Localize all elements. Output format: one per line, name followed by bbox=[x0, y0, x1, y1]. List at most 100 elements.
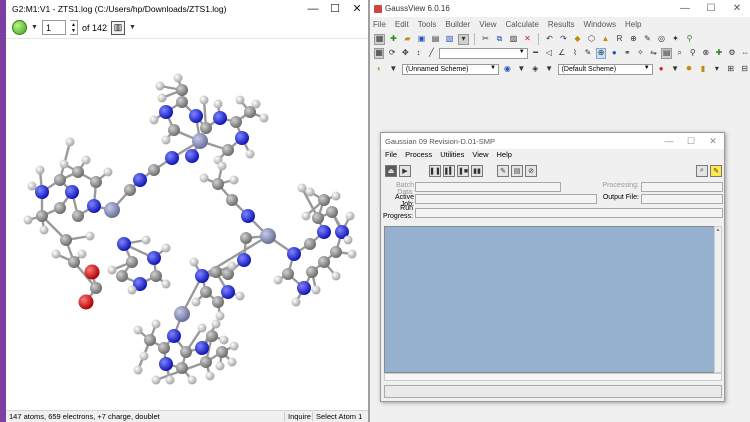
nitrogen-atom[interactable] bbox=[195, 341, 209, 355]
tool-icon[interactable]: ✎ bbox=[583, 48, 593, 59]
render-icon[interactable]: ● bbox=[656, 64, 667, 75]
settings-icon[interactable]: ⚙ bbox=[727, 48, 737, 59]
open-icon[interactable]: ▰ bbox=[402, 34, 413, 45]
view-output-icon[interactable]: ▤ bbox=[511, 165, 523, 177]
nitrogen-atom[interactable] bbox=[35, 185, 49, 199]
palette-icon[interactable]: ◐ bbox=[374, 64, 385, 75]
hydrogen-atom[interactable] bbox=[199, 173, 209, 183]
carbon-atom[interactable] bbox=[216, 346, 228, 358]
hydrogen-atom[interactable] bbox=[343, 235, 353, 245]
notepad-icon[interactable]: ✎ bbox=[710, 165, 722, 177]
carbon-atom[interactable] bbox=[36, 210, 48, 222]
carbon-atom[interactable] bbox=[226, 194, 238, 206]
maximize-button[interactable]: ☐ bbox=[698, 0, 724, 17]
minimize-button[interactable]: — bbox=[302, 0, 324, 17]
hydrogen-atom[interactable] bbox=[39, 225, 49, 235]
carbon-atom[interactable] bbox=[210, 266, 222, 278]
ring-icon[interactable]: ⬡ bbox=[586, 34, 597, 45]
inquire-icon[interactable]: ⚲ bbox=[684, 34, 695, 45]
hydrogen-atom[interactable] bbox=[345, 211, 355, 221]
carbon-atom[interactable] bbox=[230, 116, 242, 128]
nitrogen-atom[interactable] bbox=[297, 281, 311, 295]
hydrogen-atom[interactable] bbox=[51, 249, 61, 259]
nitrogen-atom[interactable] bbox=[185, 149, 199, 163]
carbon-atom[interactable] bbox=[68, 256, 80, 268]
hydrogen-atom[interactable] bbox=[197, 323, 207, 333]
carbon-atom[interactable] bbox=[158, 342, 170, 354]
menu-calculate[interactable]: Calculate bbox=[505, 20, 538, 29]
hydrogen-atom[interactable] bbox=[199, 95, 209, 105]
g09-menu-utilities[interactable]: Utilities bbox=[440, 150, 464, 162]
pause-after-icon[interactable]: ❚▍ bbox=[443, 165, 455, 177]
angle-icon[interactable]: ◁ bbox=[544, 48, 554, 59]
g09-log-area[interactable] bbox=[384, 226, 717, 373]
dihedral-icon[interactable]: ∠ bbox=[557, 48, 567, 59]
carbon-atom[interactable] bbox=[306, 266, 318, 278]
menu-tools[interactable]: Tools bbox=[418, 20, 437, 29]
g09-menu-process[interactable]: Process bbox=[405, 150, 432, 162]
pause-icon[interactable]: ❚❚ bbox=[429, 165, 441, 177]
chevron-down-icon[interactable]: ▼ bbox=[388, 64, 399, 75]
hydrogen-atom[interactable] bbox=[227, 261, 237, 271]
minimize-button[interactable]: — bbox=[658, 133, 680, 149]
play-icon[interactable]: ▶ bbox=[399, 165, 411, 177]
hydrogen-atom[interactable] bbox=[65, 137, 75, 147]
display-icon[interactable]: ◈ bbox=[530, 64, 541, 75]
biological-icon[interactable]: ⊕ bbox=[628, 34, 639, 45]
carbon-atom[interactable] bbox=[200, 122, 212, 134]
hydrogen-atom[interactable] bbox=[157, 93, 167, 103]
carbon-atom[interactable] bbox=[150, 270, 162, 282]
hydrogen-atom[interactable] bbox=[107, 265, 117, 275]
hydrogen-atom[interactable] bbox=[133, 325, 143, 335]
carbon-atom[interactable] bbox=[126, 256, 138, 268]
menu-windows[interactable]: Windows bbox=[584, 20, 616, 29]
clean-icon[interactable]: ✧ bbox=[635, 48, 645, 59]
edit-icon[interactable]: ✎ bbox=[497, 165, 509, 177]
hydrogen-atom[interactable] bbox=[251, 99, 261, 109]
color-icon[interactable]: ◉ bbox=[502, 64, 513, 75]
chevron-down-icon[interactable]: ▼ bbox=[670, 64, 681, 75]
g09-menu-view[interactable]: View bbox=[472, 150, 488, 162]
carbon-atom[interactable] bbox=[54, 174, 66, 186]
search-icon[interactable]: ⌕ bbox=[696, 165, 708, 177]
hydrogen-atom[interactable] bbox=[77, 249, 87, 259]
carbon-atom[interactable] bbox=[304, 238, 316, 250]
hydrogen-atom[interactable] bbox=[127, 285, 137, 295]
zoom-icon[interactable]: ⌕ bbox=[675, 48, 685, 59]
carbon-atom[interactable] bbox=[124, 184, 136, 196]
hydrogen-icon[interactable]: ● bbox=[609, 48, 619, 59]
translate-icon[interactable]: ✥ bbox=[400, 48, 410, 59]
carbon-atom[interactable] bbox=[176, 84, 188, 96]
hydrogen-atom[interactable] bbox=[217, 161, 227, 171]
dropdown-icon[interactable]: ▾ bbox=[711, 64, 722, 75]
nitrogen-atom[interactable] bbox=[159, 357, 173, 371]
carbon-atom[interactable] bbox=[206, 330, 218, 342]
ring-close-icon[interactable]: ⊗ bbox=[701, 48, 711, 59]
copy-icon[interactable]: ⧉ bbox=[494, 34, 505, 45]
hydrogen-atom[interactable] bbox=[161, 279, 171, 289]
close-button[interactable]: ✕ bbox=[724, 0, 750, 17]
carbon-atom[interactable] bbox=[212, 296, 224, 308]
print-icon[interactable]: ▤ bbox=[430, 34, 441, 45]
carbon-atom[interactable] bbox=[222, 144, 234, 156]
carbon-atom[interactable] bbox=[116, 270, 128, 282]
nitrogen-atom[interactable] bbox=[195, 269, 209, 283]
chevron-down-icon[interactable]: ▼ bbox=[516, 64, 527, 75]
add-atom-icon[interactable]: ⊕ bbox=[596, 47, 607, 59]
hydrogen-atom[interactable] bbox=[259, 113, 269, 123]
list-icon[interactable]: ▤ bbox=[661, 47, 672, 59]
hydrogen-atom[interactable] bbox=[23, 215, 33, 225]
delete-icon[interactable]: ✕ bbox=[522, 34, 533, 45]
hydrogen-atom[interactable] bbox=[215, 311, 225, 321]
eject-icon[interactable]: ⏏ bbox=[385, 165, 397, 177]
carbon-atom[interactable] bbox=[144, 334, 156, 346]
kill-job-icon[interactable]: ❚■ bbox=[457, 165, 469, 177]
metal-atom[interactable] bbox=[174, 306, 190, 322]
save-icon[interactable]: ▣ bbox=[416, 34, 427, 45]
rotate-icon[interactable]: ⟳ bbox=[387, 48, 397, 59]
carbon-atom[interactable] bbox=[72, 166, 84, 178]
hydrogen-atom[interactable] bbox=[227, 357, 237, 367]
hydrogen-atom[interactable] bbox=[85, 231, 95, 241]
menu-edit[interactable]: Edit bbox=[395, 20, 409, 29]
close-button[interactable]: ✕ bbox=[346, 0, 368, 17]
